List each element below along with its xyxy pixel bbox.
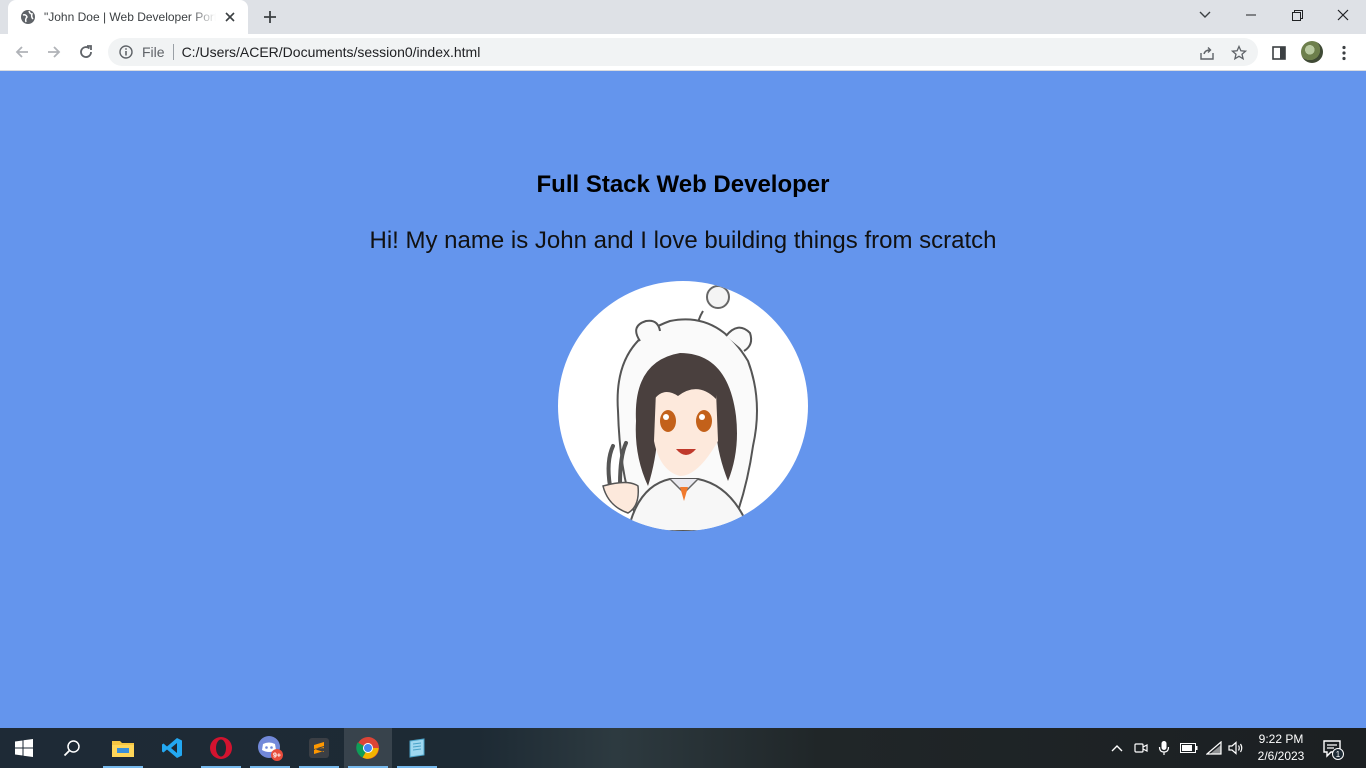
system-clock[interactable]: 9:22 PM 2/6/2023 [1250,731,1312,765]
browser-toolbar: File C:/Users/ACER/Documents/session0/in… [0,34,1366,71]
forward-button[interactable] [40,38,68,66]
windows-taskbar: 9+ 9:22 PM 2/6/2023 1 [0,728,1366,768]
omnibox-divider [172,44,174,60]
sublime-text-icon[interactable] [295,728,343,768]
web-page: Full Stack Web Developer Hi! My name is … [0,71,1366,728]
tab-search-icon[interactable] [1182,0,1228,30]
discord-icon[interactable]: 9+ [246,728,294,768]
scheme-label: File [142,44,165,60]
chevron-up-icon[interactable] [1108,739,1126,757]
windows-start-button[interactable] [0,728,48,768]
microphone-icon[interactable] [1155,739,1173,757]
minimize-icon[interactable] [1228,0,1274,30]
bookmark-star-icon[interactable] [1230,44,1248,62]
chrome-icon[interactable] [344,728,392,768]
file-explorer-icon[interactable] [99,728,147,768]
tab-title: "John Doe | Web Developer Portfolio [44,10,216,24]
close-window-icon[interactable] [1320,0,1366,30]
restore-icon[interactable] [1274,0,1320,30]
volume-icon[interactable] [1228,739,1246,757]
wifi-icon[interactable] [1205,739,1223,757]
info-icon[interactable] [118,44,134,60]
opera-icon[interactable] [197,728,245,768]
address-bar[interactable]: File C:/Users/ACER/Documents/session0/in… [108,38,1258,66]
page-headline: Full Stack Web Developer [536,171,830,198]
clock-date: 2/6/2023 [1257,749,1305,763]
battery-icon[interactable] [1180,739,1198,757]
profile-picture [558,281,808,531]
close-tab-icon[interactable] [222,9,238,25]
url-text[interactable]: C:/Users/ACER/Documents/session0/index.h… [182,44,481,60]
globe-icon [20,9,36,25]
share-icon[interactable] [1198,44,1216,62]
intro-text: Hi! My name is John and I love building … [369,227,997,254]
meet-now-icon[interactable] [1132,739,1150,757]
notepad-icon[interactable] [393,728,441,768]
new-tab-button[interactable] [258,6,282,28]
browser-tab[interactable]: "John Doe | Web Developer Portfolio [8,0,248,34]
notification-center-icon[interactable]: 1 [1322,738,1344,760]
profile-avatar[interactable] [1301,41,1323,63]
clock-time: 9:22 PM [1258,732,1304,746]
more-menu-icon[interactable] [1333,42,1355,64]
notification-count: 1 [1336,750,1341,759]
browser-tab-strip: "John Doe | Web Developer Portfolio [0,0,1366,34]
back-button[interactable] [8,38,36,66]
search-icon[interactable] [48,728,96,768]
discord-badge: 9+ [273,753,281,760]
vscode-icon[interactable] [148,728,196,768]
reload-button[interactable] [72,38,100,66]
side-panel-icon[interactable] [1268,42,1290,64]
